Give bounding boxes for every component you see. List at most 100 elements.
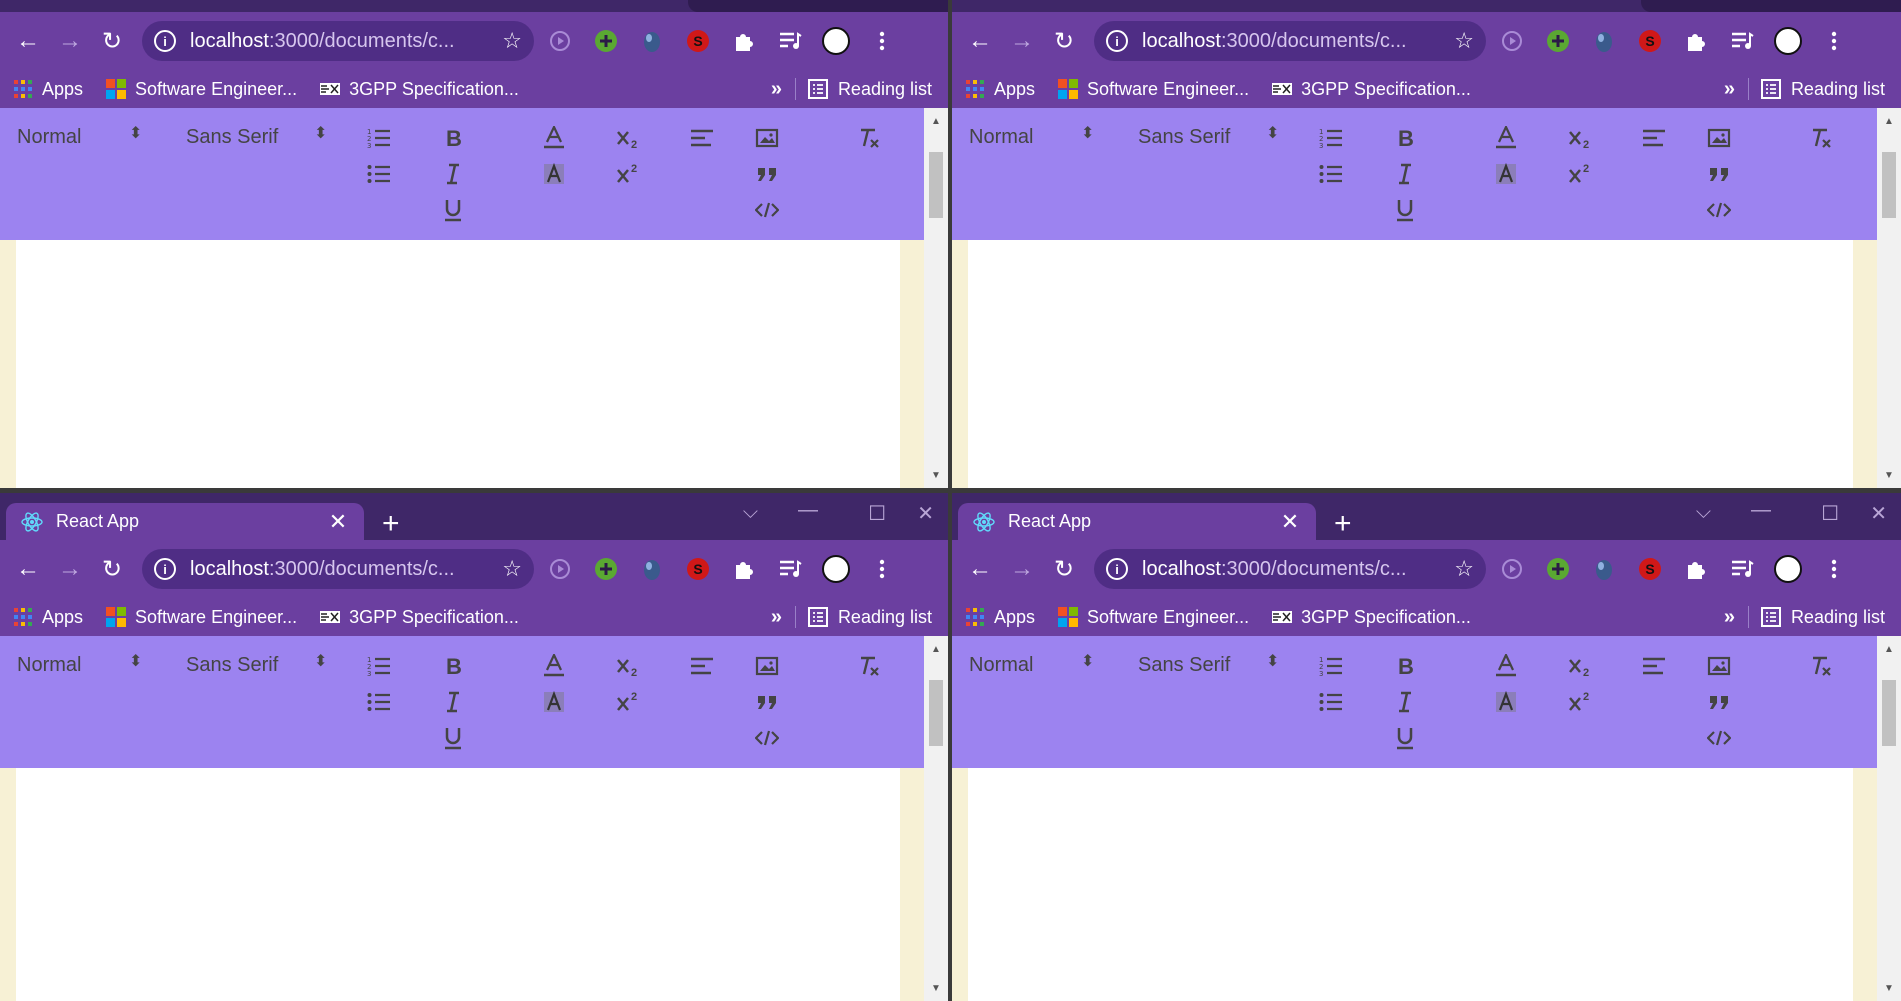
- minimize-button[interactable]: —: [1751, 499, 1771, 522]
- bold-icon[interactable]: B: [1389, 650, 1421, 682]
- close-window-button[interactable]: ✕: [917, 501, 934, 526]
- superscript-icon[interactable]: 2: [1564, 158, 1596, 190]
- code-block-icon[interactable]: [1703, 194, 1735, 226]
- underline-icon[interactable]: [1389, 722, 1421, 754]
- new-tab-button[interactable]: +: [382, 509, 400, 539]
- green-plus-extension-icon[interactable]: [1538, 21, 1578, 61]
- image-icon[interactable]: [751, 650, 783, 682]
- superscript-icon[interactable]: 2: [612, 158, 644, 190]
- subscript-icon[interactable]: 2: [612, 650, 644, 682]
- italic-icon[interactable]: [1389, 158, 1421, 190]
- editor-content-area[interactable]: [16, 768, 900, 1001]
- text-color-icon[interactable]: [1490, 650, 1522, 682]
- code-block-icon[interactable]: [751, 194, 783, 226]
- blockquote-icon[interactable]: [1703, 158, 1735, 190]
- scroll-up-arrow[interactable]: ▲: [924, 112, 948, 130]
- bookmark-software-engineer[interactable]: Software Engineer...: [105, 78, 297, 100]
- address-bar[interactable]: i localhost:3000/documents/c... ☆: [1094, 21, 1486, 61]
- mouse-extension-icon[interactable]: [632, 549, 672, 589]
- scroll-up-arrow[interactable]: ▲: [924, 640, 948, 658]
- reload-button[interactable]: ↻: [1046, 551, 1082, 587]
- red-s-extension-icon[interactable]: S: [678, 21, 718, 61]
- image-icon[interactable]: [1703, 122, 1735, 154]
- scrollbar-thumb[interactable]: [1882, 680, 1896, 746]
- green-plus-extension-icon[interactable]: [1538, 549, 1578, 589]
- reading-list-button[interactable]: Reading list: [807, 607, 932, 628]
- subscript-icon[interactable]: 2: [1564, 122, 1596, 154]
- bold-icon[interactable]: B: [1389, 122, 1421, 154]
- reading-list-button[interactable]: Reading list: [1760, 607, 1885, 628]
- background-color-icon[interactable]: [1490, 686, 1522, 718]
- bookmark-software-engineer[interactable]: Software Engineer...: [105, 606, 297, 628]
- ordered-list-icon[interactable]: 123: [363, 122, 395, 154]
- bookmark-3gpp[interactable]: 3GPP Specification...: [319, 606, 519, 628]
- editor-content-area[interactable]: [968, 240, 1853, 488]
- kebab-menu-icon[interactable]: [862, 21, 902, 61]
- bookmark-apps[interactable]: Apps: [964, 606, 1035, 628]
- bookmark-star-icon[interactable]: ☆: [1454, 28, 1474, 54]
- maximize-button[interactable]: ☐: [868, 501, 886, 526]
- underline-icon[interactable]: [437, 194, 469, 226]
- reading-list-button[interactable]: Reading list: [807, 79, 932, 100]
- superscript-icon[interactable]: 2: [612, 686, 644, 718]
- puzzle-extensions-icon[interactable]: [1676, 21, 1716, 61]
- code-block-icon[interactable]: [1703, 722, 1735, 754]
- align-left-icon[interactable]: [1638, 650, 1670, 682]
- reload-button[interactable]: ↻: [94, 551, 130, 587]
- media-queue-icon[interactable]: [1722, 21, 1762, 61]
- minimize-button[interactable]: —: [798, 499, 818, 522]
- address-bar[interactable]: i localhost:3000/documents/c... ☆: [142, 549, 534, 589]
- bold-icon[interactable]: B: [437, 650, 469, 682]
- bookmark-3gpp[interactable]: 3GPP Specification...: [1271, 606, 1471, 628]
- bookmark-star-icon[interactable]: ☆: [502, 556, 522, 582]
- mouse-extension-icon[interactable]: [632, 21, 672, 61]
- bookmarks-overflow-chevron[interactable]: »: [1724, 606, 1735, 629]
- bookmark-apps[interactable]: Apps: [12, 78, 83, 100]
- forward-button[interactable]: →: [52, 23, 88, 59]
- media-queue-icon[interactable]: [770, 21, 810, 61]
- align-left-icon[interactable]: [1638, 122, 1670, 154]
- scrollbar-thumb[interactable]: [929, 680, 943, 746]
- puzzle-extensions-icon[interactable]: [1676, 549, 1716, 589]
- blockquote-icon[interactable]: [751, 158, 783, 190]
- reload-button[interactable]: ↻: [1046, 23, 1082, 59]
- new-tab-button[interactable]: +: [1334, 509, 1352, 539]
- italic-icon[interactable]: [437, 158, 469, 190]
- align-left-icon[interactable]: [686, 122, 718, 154]
- back-button[interactable]: ←: [962, 23, 998, 59]
- font-select[interactable]: Sans Serif ⬍: [1138, 654, 1283, 677]
- scroll-up-arrow[interactable]: ▲: [1877, 112, 1901, 130]
- bookmark-software-engineer[interactable]: Software Engineer...: [1057, 606, 1249, 628]
- header-select[interactable]: Normal ⬍: [17, 126, 142, 149]
- image-icon[interactable]: [1703, 650, 1735, 682]
- back-button[interactable]: ←: [962, 551, 998, 587]
- bookmarks-overflow-chevron[interactable]: »: [1724, 78, 1735, 101]
- scroll-down-arrow[interactable]: ▼: [1877, 979, 1901, 997]
- subscript-icon[interactable]: 2: [612, 122, 644, 154]
- ordered-list-icon[interactable]: 123: [1315, 122, 1347, 154]
- back-button[interactable]: ←: [10, 23, 46, 59]
- site-info-icon[interactable]: i: [154, 30, 176, 52]
- play-extension-icon[interactable]: [1492, 21, 1532, 61]
- scrollbar-thumb[interactable]: [1882, 152, 1896, 218]
- superscript-icon[interactable]: 2: [1564, 686, 1596, 718]
- tab-search-icon[interactable]: ⌵: [743, 501, 758, 524]
- bookmarks-overflow-chevron[interactable]: »: [771, 78, 782, 101]
- address-bar[interactable]: i localhost:3000/documents/c... ☆: [142, 21, 534, 61]
- bullet-list-icon[interactable]: [1315, 686, 1347, 718]
- background-color-icon[interactable]: [538, 158, 570, 190]
- text-color-icon[interactable]: [538, 122, 570, 154]
- tab-close-icon[interactable]: ✕: [326, 509, 350, 535]
- play-extension-icon[interactable]: [540, 21, 580, 61]
- ordered-list-icon[interactable]: 123: [1315, 650, 1347, 682]
- kebab-menu-icon[interactable]: [1814, 549, 1854, 589]
- url-text[interactable]: localhost:3000/documents/c...: [1142, 30, 1454, 53]
- bookmark-software-engineer[interactable]: Software Engineer...: [1057, 78, 1249, 100]
- italic-icon[interactable]: [437, 686, 469, 718]
- tab-close-icon[interactable]: ✕: [1278, 509, 1302, 535]
- tab-react-app[interactable]: React App ✕: [6, 503, 364, 540]
- bookmark-star-icon[interactable]: ☆: [502, 28, 522, 54]
- bullet-list-icon[interactable]: [363, 686, 395, 718]
- header-select[interactable]: Normal ⬍: [17, 654, 142, 677]
- back-button[interactable]: ←: [10, 551, 46, 587]
